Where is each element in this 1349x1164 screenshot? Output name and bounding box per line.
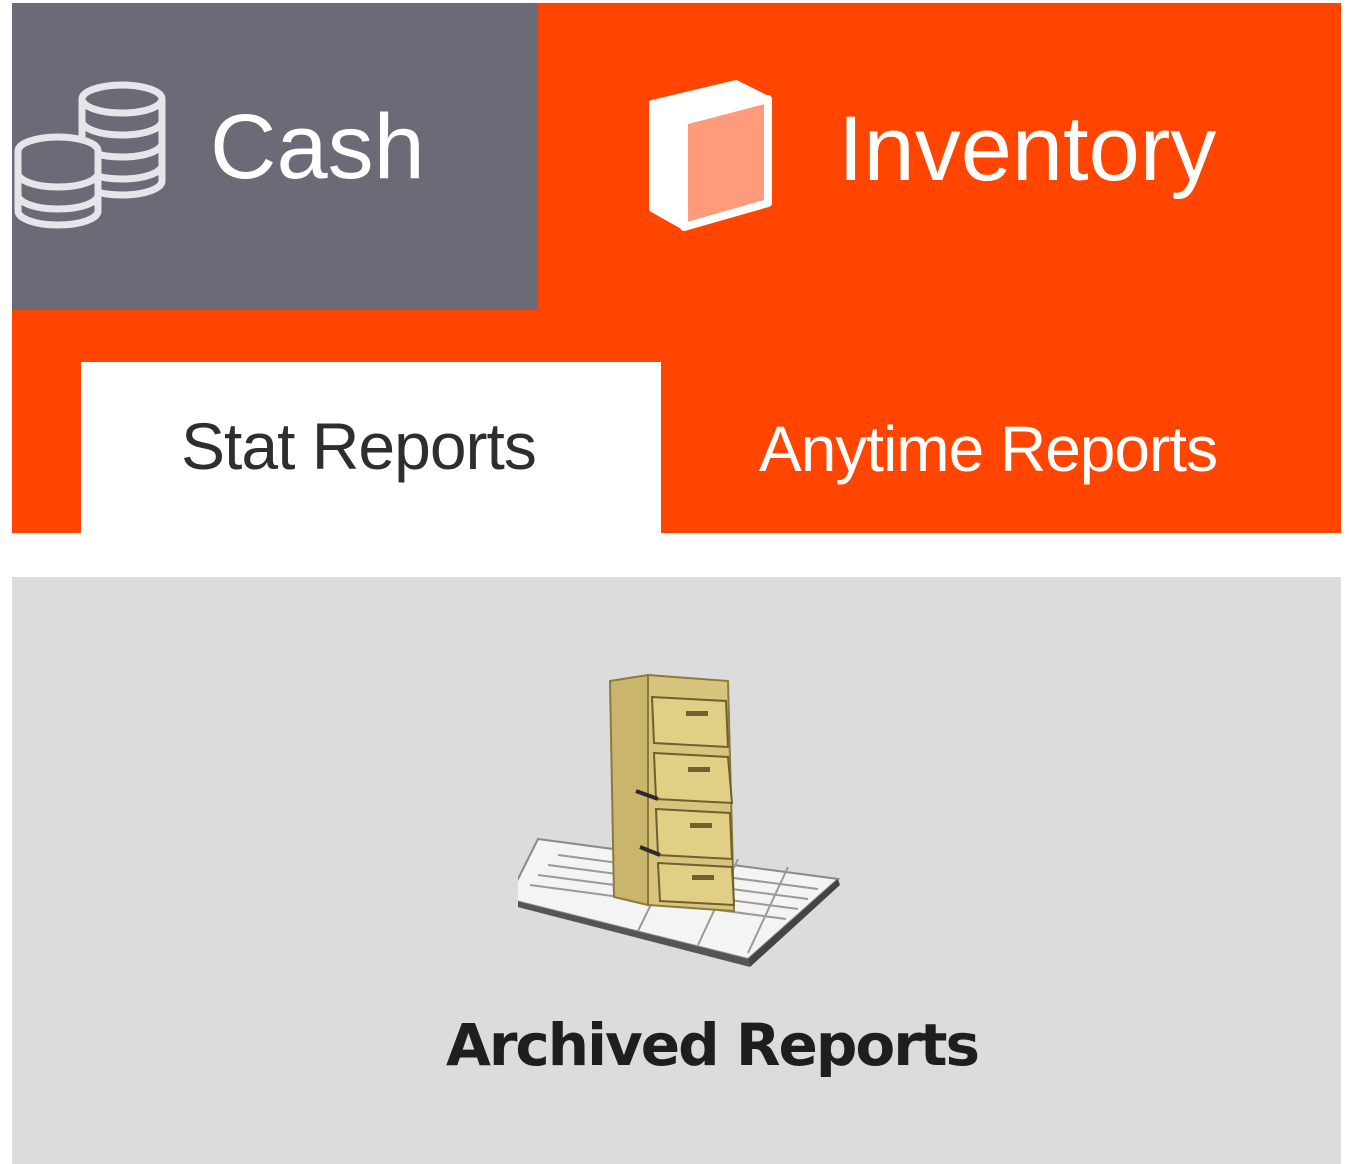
tab-anytime-reports-label: Anytime Reports xyxy=(759,413,1218,485)
tab-stat-reports-label: Stat Reports xyxy=(181,409,537,483)
module-bar: Cash Inventory Stat Reports Anytime Repo… xyxy=(12,3,1341,533)
module-tab-cash-label: Cash xyxy=(210,96,425,198)
module-tab-inventory-label: Inventory xyxy=(838,98,1217,200)
tab-anytime-reports[interactable]: Anytime Reports xyxy=(661,362,1341,533)
coins-icon xyxy=(14,81,166,229)
archived-reports-tile[interactable]: Archived Reports xyxy=(432,669,992,1089)
module-tab-cash[interactable]: Cash xyxy=(12,3,538,310)
filing-cabinet-icon xyxy=(518,673,841,967)
tab-stat-reports[interactable]: Stat Reports xyxy=(81,362,661,533)
content-area: Archived Reports xyxy=(12,577,1341,1164)
box-icon xyxy=(649,80,772,231)
app-frame: Cash Inventory Stat Reports Anytime Repo… xyxy=(12,3,1341,1164)
archived-reports-label: Archived Reports xyxy=(445,1011,980,1079)
module-tab-inventory[interactable]: Inventory xyxy=(538,3,1341,310)
